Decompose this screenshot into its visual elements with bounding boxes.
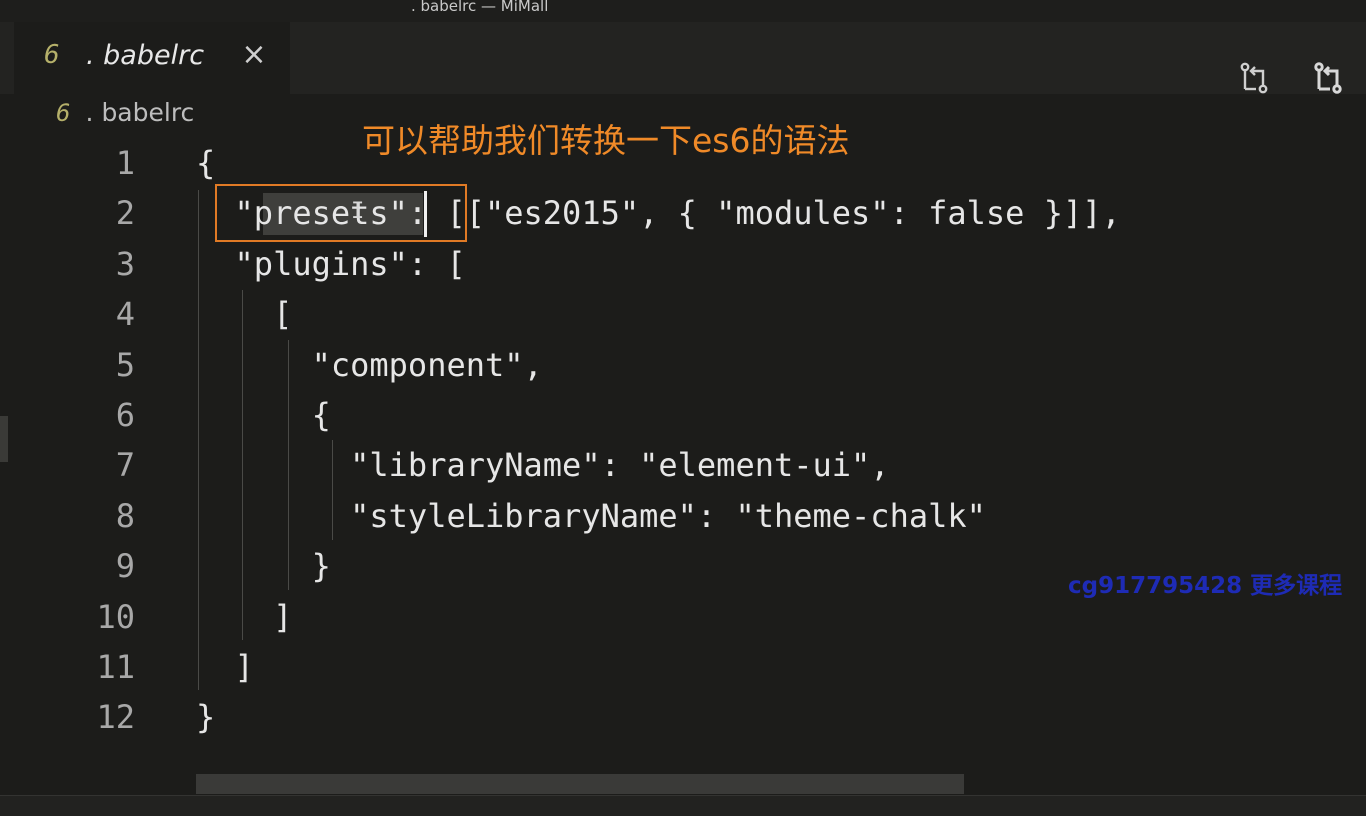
status-strip xyxy=(0,795,1366,816)
line-number: 6 xyxy=(115,396,135,434)
line-number: 11 xyxy=(96,648,135,686)
annotation-highlight-box xyxy=(215,184,467,242)
line-number: 7 xyxy=(115,446,135,484)
code-line[interactable]: 7 "libraryName": "element-ui", xyxy=(0,440,1366,490)
code-line[interactable]: 2 "presets": [["es2015", { "modules": fa… xyxy=(0,188,1366,238)
line-number: 3 xyxy=(115,245,135,283)
code-text[interactable]: } xyxy=(196,692,215,742)
code-line[interactable]: 1{ xyxy=(0,138,1366,188)
code-text[interactable]: "plugins": [ xyxy=(196,239,466,289)
line-number: 1 xyxy=(115,144,135,182)
breadcrumb[interactable]: 6 . babelrc xyxy=(56,98,194,134)
code-text[interactable]: "component", xyxy=(196,340,543,390)
source-control-compare-icon[interactable] xyxy=(1236,60,1272,96)
title-bar: . babelrc — MiMall xyxy=(0,0,1366,22)
code-text[interactable]: "libraryName": "element-ui", xyxy=(196,440,889,490)
line-number: 2 xyxy=(115,194,135,232)
line-number: 9 xyxy=(115,547,135,585)
line-number: 5 xyxy=(115,346,135,384)
tab-babelrc[interactable]: 6 . babelrc × xyxy=(14,22,290,94)
code-line[interactable]: 5 "component", xyxy=(0,340,1366,390)
babel-file-icon: 6 xyxy=(44,40,60,70)
line-number: 10 xyxy=(96,598,135,636)
code-text[interactable]: { xyxy=(196,138,215,188)
babel-file-icon: 6 xyxy=(56,99,71,127)
code-text[interactable]: ] xyxy=(196,642,254,692)
breadcrumb-file-label[interactable]: . babelrc xyxy=(86,98,195,127)
code-line[interactable]: 8 "styleLibraryName": "theme-chalk" xyxy=(0,491,1366,541)
line-number: 8 xyxy=(115,497,135,535)
horizontal-scrollbar[interactable] xyxy=(196,774,964,794)
code-line[interactable]: 11 ] xyxy=(0,642,1366,692)
code-line[interactable]: 12} xyxy=(0,692,1366,742)
window-title: . babelrc — MiMall xyxy=(411,0,549,15)
tab-label: . babelrc xyxy=(86,40,205,71)
code-text[interactable]: ] xyxy=(196,592,292,642)
code-text[interactable]: } xyxy=(196,541,331,591)
source-control-sync-icon[interactable] xyxy=(1310,60,1346,96)
watermark: cg917795428 更多课程 xyxy=(1068,573,1343,599)
code-line[interactable]: 3 "plugins": [ xyxy=(0,239,1366,289)
close-icon[interactable]: × xyxy=(240,38,268,72)
tab-bar: 6 . babelrc × xyxy=(0,22,1366,94)
code-line[interactable]: 6 { xyxy=(0,390,1366,440)
code-text[interactable]: "styleLibraryName": "theme-chalk" xyxy=(196,491,986,541)
code-line[interactable]: 4 [ xyxy=(0,289,1366,339)
code-text[interactable]: { xyxy=(196,390,331,440)
line-number: 12 xyxy=(96,698,135,736)
line-number: 4 xyxy=(115,295,135,333)
code-text[interactable]: [ xyxy=(196,289,292,339)
